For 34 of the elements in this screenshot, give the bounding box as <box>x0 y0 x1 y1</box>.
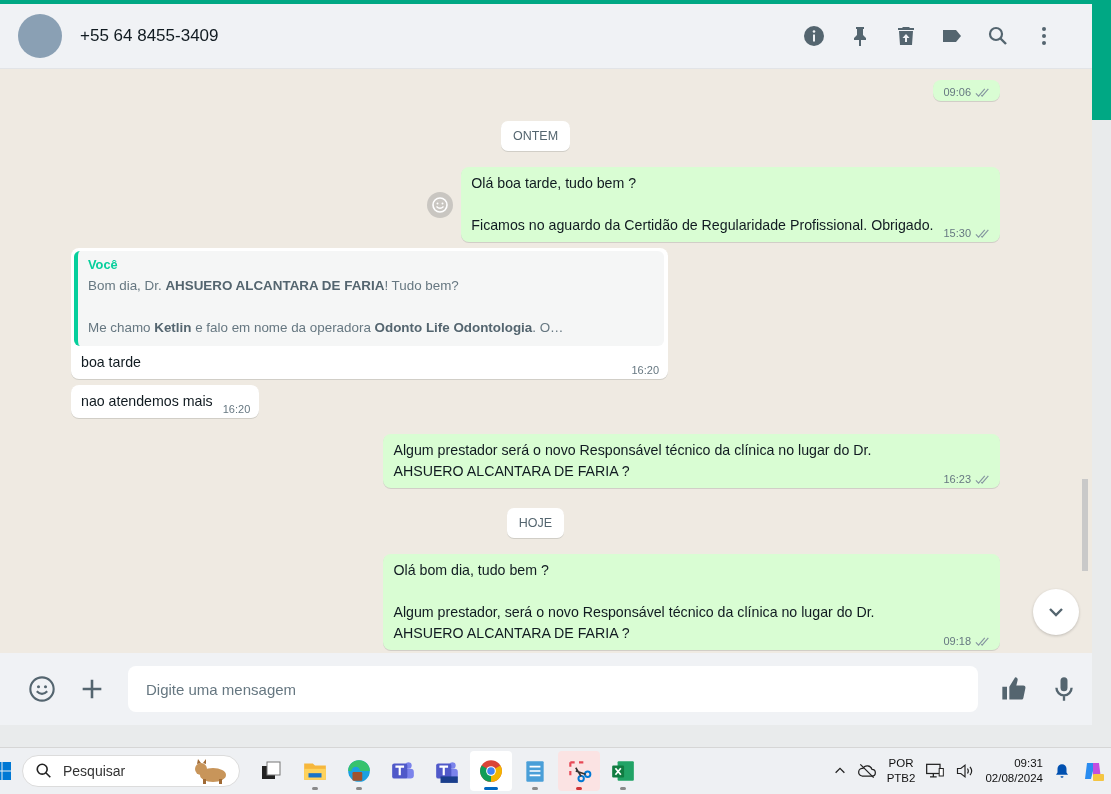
input-language[interactable]: POR <box>888 756 914 771</box>
clock-date[interactable]: 02/08/2024 <box>985 771 1043 786</box>
search-icon <box>35 762 53 780</box>
message-time: 09:06 <box>943 86 971 98</box>
chrome-icon <box>478 758 504 784</box>
message-input[interactable]: Digite uma mensagem <box>128 666 978 712</box>
message-time: 16:20 <box>222 403 251 415</box>
bell-icon[interactable] <box>1053 762 1071 780</box>
date-separator: HOJE <box>506 508 565 538</box>
message-text: boa tarde <box>81 353 141 372</box>
message-time: 09:18 <box>943 635 971 647</box>
search-input[interactable]: Pesquisar <box>61 762 183 780</box>
scissors-icon <box>566 758 592 784</box>
contact-name[interactable]: +55 64 8455-3409 <box>80 26 784 46</box>
quoted-message[interactable]: Você Bom dia, Dr. AHSUERO ALCANTARA DE FARIA! Tudo bem? Me chamo Ketlin e falo em nome da operadora Odonto Life Odontologia. O… <box>74 251 664 346</box>
message-time: 15:30 <box>943 227 971 239</box>
keyboard-layout[interactable]: PTB2 <box>886 771 916 786</box>
quote-text: Bom dia, Dr. AHSUERO ALCANTARA DE FARIA! Tudo bem? Me chamo Ketlin e falo em nome da operadora Odonto Life Odontologia. O… <box>88 277 565 337</box>
taskbar-search-field[interactable]: Pesquisar <box>22 755 240 787</box>
message-text: Olá boa tarde, tudo bem ? Ficamos no aguardo da Certidão de Regularidade Profissional. Obrigado. <box>471 174 934 235</box>
date-separator: ONTEM <box>500 121 571 151</box>
quote-author: Você <box>88 257 119 272</box>
info-icon[interactable] <box>802 24 826 48</box>
clock-time[interactable]: 09:31 <box>1014 756 1043 771</box>
spreadsheet-icon <box>610 758 636 784</box>
emoji-icon[interactable] <box>28 675 56 703</box>
message-time: 16:23 <box>943 473 971 485</box>
message-time: 16:20 <box>631 364 659 376</box>
message-text: nao atendemos mais <box>81 392 213 411</box>
cloud-off-icon[interactable] <box>856 761 877 781</box>
message-text: Algum prestador será o novo Responsável técnico da clínica no lugar do Dr. AHSUERO ALCANTARA DE FARIA ? <box>393 441 873 481</box>
thumbs-up-icon[interactable] <box>1000 675 1028 703</box>
message-text: Olá bom dia, tudo bem ? Algum prestador, será o novo Responsável técnico da clínica no lugar do Dr. AHSUERO ALCANTARA DE FARIA ? <box>393 561 876 643</box>
browser-icon <box>346 758 372 784</box>
